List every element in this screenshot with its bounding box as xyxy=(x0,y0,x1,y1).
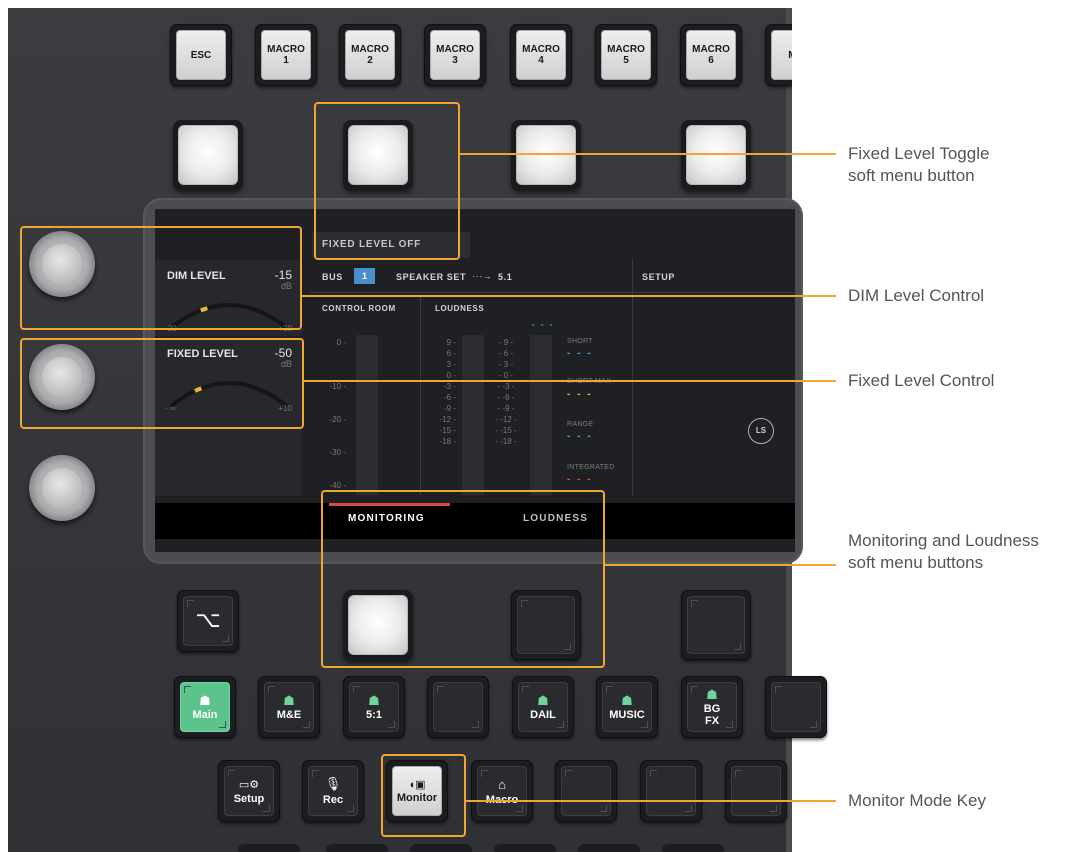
soft-key-3[interactable] xyxy=(511,120,581,190)
range-readout: - - - xyxy=(567,431,593,442)
macro-4-label: MACRO 4 xyxy=(522,44,560,66)
rec-key[interactable]: 🎙 Rec xyxy=(302,760,364,822)
loudness-meter-1 xyxy=(462,335,484,495)
speaker-icon: ☗ xyxy=(537,692,549,708)
speaker-set-arrow-icon: ···→ xyxy=(472,271,493,281)
macro-7-key[interactable]: MA xyxy=(765,24,792,86)
macro-4-key[interactable]: MACRO 4 xyxy=(510,24,572,86)
header-divider xyxy=(310,292,795,293)
mode-key-7[interactable] xyxy=(725,760,787,822)
music-key-label: MUSIC xyxy=(609,708,645,721)
esc-key-label: ESC xyxy=(190,49,212,61)
short-label: SHORT xyxy=(567,338,593,345)
meter-divider xyxy=(420,295,421,495)
soft-key-4[interactable] xyxy=(681,120,751,190)
bg-fx-key[interactable]: ☗ BG FX xyxy=(681,676,743,738)
blank-channel-key[interactable] xyxy=(427,676,489,738)
dim-level-callout-box xyxy=(20,226,302,330)
bottom-key-row xyxy=(8,840,792,852)
speaker-icon: ☗ xyxy=(621,692,633,708)
loudness-meter-2 xyxy=(530,335,552,495)
loudness-scale-left: 9 - 6 - 3 - 0 - -3 - -6 - -9 - -12 - -15… xyxy=(439,338,456,446)
fixed-level-toggle-callout: Fixed Level Toggle soft menu button xyxy=(848,144,990,185)
control-room-label: CONTROL ROOM xyxy=(322,304,396,313)
monitoring-loudness-callout-box xyxy=(321,490,605,668)
channel-key-8[interactable] xyxy=(765,676,827,738)
main-key-label: Main xyxy=(192,708,218,721)
rec-key-label: Rec xyxy=(322,794,344,806)
microphone-icon: 🎙 xyxy=(324,776,342,791)
macro-3-key[interactable]: MACRO 3 xyxy=(424,24,486,86)
control-room-meter xyxy=(356,335,378,495)
speaker-icon: ☗ xyxy=(199,692,211,708)
fixed-level-callout-box xyxy=(20,338,304,429)
option-icon: ⌥ xyxy=(195,607,221,632)
macro-7-label: MA xyxy=(788,50,792,61)
ls-speaker-indicator[interactable]: LS xyxy=(748,418,774,444)
option-key[interactable]: ⌥ xyxy=(177,590,239,652)
fixed-level-callout: Fixed Level Control xyxy=(848,371,995,390)
setup-label: SETUP xyxy=(642,272,676,282)
me-key[interactable]: ☗ M&E xyxy=(258,676,320,738)
fixed-level-toggle-leader xyxy=(458,153,836,155)
short-max-readout: - - - xyxy=(567,389,593,400)
dim-level-callout: DIM Level Control xyxy=(848,286,985,305)
macro-2-key[interactable]: MACRO 2 xyxy=(339,24,401,86)
speaker-set-value[interactable]: 5.1 xyxy=(498,272,512,282)
speaker-icon: ☗ xyxy=(283,692,295,708)
range-label: RANGE xyxy=(567,421,594,428)
fixed-level-toggle-callout-box xyxy=(314,102,460,260)
mode-key-5[interactable] xyxy=(555,760,617,822)
speaker-icon: ☗ xyxy=(368,692,380,708)
macro-icon: ⌂ xyxy=(498,776,506,792)
setup-icon: ▭⚙ xyxy=(238,778,260,791)
macro-mode-key[interactable]: ⌂Macro xyxy=(471,760,533,822)
macro-6-key[interactable]: MACRO 6 xyxy=(680,24,742,86)
loudness-label: LOUDNESS xyxy=(435,304,485,313)
main-key[interactable]: ☗ Main xyxy=(174,676,236,738)
macro-5-label: MACRO 5 xyxy=(607,44,645,66)
soft-key-8[interactable] xyxy=(681,590,751,660)
music-key[interactable]: ☗ MUSIC xyxy=(596,676,658,738)
macro-3-label: MACRO 3 xyxy=(436,44,474,66)
setup-key[interactable]: ▭⚙ Setup xyxy=(218,760,280,822)
macro-6-label: MACRO 6 xyxy=(692,44,730,66)
macro-1-label: MACRO 1 xyxy=(267,44,305,66)
integrated-readout: - - - xyxy=(567,474,593,485)
monitor-mode-callout: Monitor Mode Key xyxy=(848,791,986,810)
bus-badge[interactable]: 1 xyxy=(354,268,375,284)
speaker-set-label: SPEAKER SET xyxy=(396,272,467,282)
loudness-scale-mid: - 9 - - 6 - - 3 - - 0 - - -3 - - -6 - - … xyxy=(495,338,517,446)
monitoring-loudness-leader xyxy=(605,564,836,566)
monitor-mode-callout-box xyxy=(381,754,466,837)
esc-key[interactable]: ESC xyxy=(170,24,232,86)
monitoring-loudness-callout: Monitoring and Loudness soft menu button… xyxy=(848,531,1039,572)
macro-2-label: MACRO 2 xyxy=(351,44,389,66)
mode-key-6[interactable] xyxy=(640,760,702,822)
dail-key[interactable]: ☗ DAIL xyxy=(512,676,574,738)
macro-1-key[interactable]: MACRO 1 xyxy=(255,24,317,86)
five-one-key-label: 5:1 xyxy=(366,708,382,721)
knob-3[interactable] xyxy=(29,455,95,521)
dim-level-leader xyxy=(302,295,836,297)
speaker-icon: ☗ xyxy=(706,686,718,702)
loudness-top-readout: - - - xyxy=(532,320,555,329)
macro-5-key[interactable]: MACRO 5 xyxy=(595,24,657,86)
soft-key-1[interactable] xyxy=(173,120,243,190)
monitor-mode-leader xyxy=(466,800,836,802)
me-key-label: M&E xyxy=(276,708,302,721)
bus-label: BUS xyxy=(322,272,343,282)
short-readout: - - - xyxy=(567,348,593,359)
fixed-level-leader xyxy=(304,380,836,382)
bg-fx-key-label: BG FX xyxy=(703,702,721,727)
five-one-key[interactable]: ☗ 5:1 xyxy=(343,676,405,738)
setup-key-label: Setup xyxy=(233,792,265,805)
dail-key-label: DAIL xyxy=(530,708,556,721)
integrated-label: INTEGRATED xyxy=(567,464,615,471)
